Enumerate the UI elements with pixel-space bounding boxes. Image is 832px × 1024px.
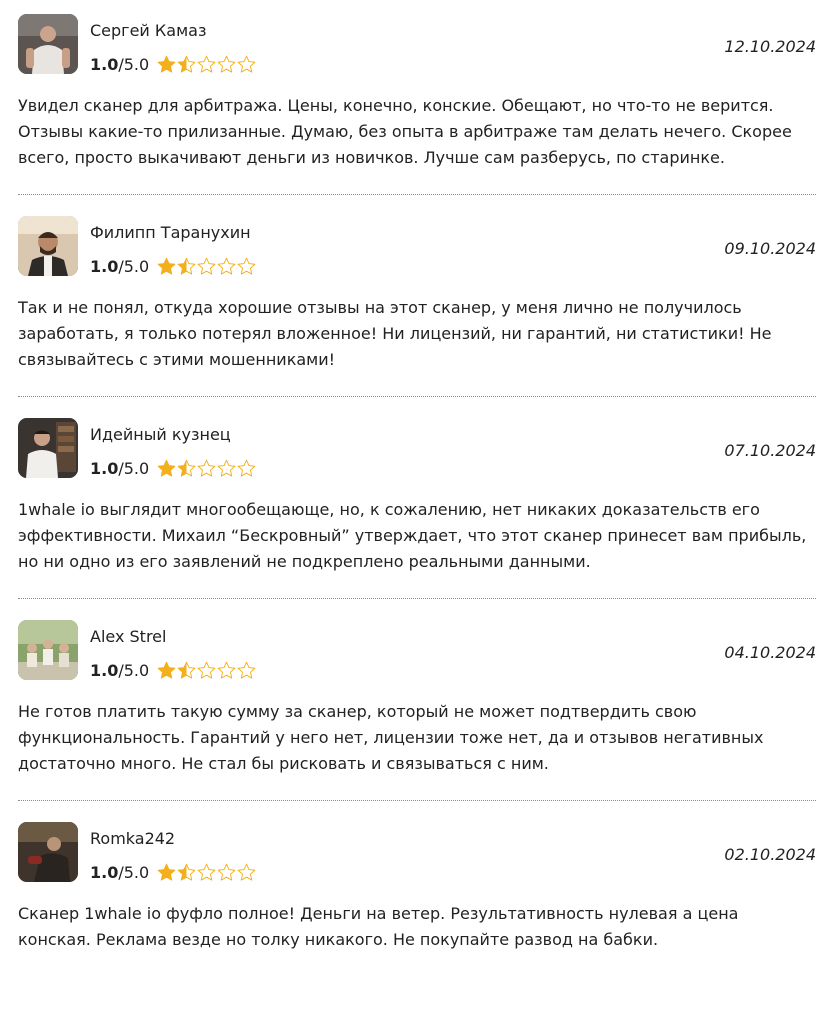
rating: 1.0 /5.0 <box>90 860 256 884</box>
star-rating <box>157 661 256 680</box>
star-icon <box>237 661 256 680</box>
rating-max: /5.0 <box>118 256 150 276</box>
star-icon <box>157 459 176 478</box>
star-icon <box>197 55 216 74</box>
divider <box>18 800 816 801</box>
rating-value: 1.0 <box>90 458 119 478</box>
star-rating <box>157 257 256 276</box>
star-icon <box>217 55 236 74</box>
star-icon <box>237 257 256 276</box>
rating-value: 1.0 <box>90 256 119 276</box>
star-icon <box>197 257 216 276</box>
rating-value: 1.0 <box>90 862 119 882</box>
rating-max: /5.0 <box>118 660 150 680</box>
review-date: 07.10.2024 <box>724 441 816 460</box>
rating-value: 1.0 <box>90 54 119 74</box>
review-author: Alex Strel <box>90 627 167 646</box>
review-text: Увидел сканер для арбитража. Цены, конеч… <box>18 96 792 167</box>
star-icon <box>177 257 196 276</box>
star-icon <box>197 863 216 882</box>
divider <box>18 194 816 195</box>
star-icon <box>157 55 176 74</box>
rating: 1.0 /5.0 <box>90 658 256 682</box>
review-text: Не готов платить такую сумму за сканер, … <box>18 702 764 773</box>
star-icon <box>177 661 196 680</box>
star-icon <box>217 863 236 882</box>
star-icon <box>217 459 236 478</box>
avatar[interactable] <box>18 216 78 276</box>
star-icon <box>197 459 216 478</box>
star-rating <box>157 55 256 74</box>
avatar[interactable] <box>18 620 78 680</box>
rating-max: /5.0 <box>118 862 150 882</box>
avatar[interactable] <box>18 14 78 74</box>
star-rating <box>157 459 256 478</box>
review-author: Филипп Таранухин <box>90 223 251 242</box>
star-icon <box>177 863 196 882</box>
review-card: Alex Strel 1.0 /5.0 04.10.2024 Не готов … <box>18 620 816 822</box>
review-card: Филипп Таранухин 1.0 /5.0 09.10.2024 Так… <box>18 216 816 418</box>
star-icon <box>217 661 236 680</box>
star-icon <box>237 863 256 882</box>
rating-max: /5.0 <box>118 458 150 478</box>
divider <box>18 598 816 599</box>
review-author: Идейный кузнец <box>90 425 231 444</box>
review-author: Сергей Камаз <box>90 21 207 40</box>
star-icon <box>177 55 196 74</box>
star-rating <box>157 863 256 882</box>
rating-value: 1.0 <box>90 660 119 680</box>
star-icon <box>157 863 176 882</box>
review-date: 04.10.2024 <box>724 643 816 662</box>
star-icon <box>157 257 176 276</box>
review-card: Идейный кузнец 1.0 /5.0 07.10.2024 1whal… <box>18 418 816 620</box>
rating-max: /5.0 <box>118 54 150 74</box>
avatar[interactable] <box>18 418 78 478</box>
star-icon <box>177 459 196 478</box>
star-icon <box>217 257 236 276</box>
review-date: 02.10.2024 <box>724 845 816 864</box>
rating: 1.0 /5.0 <box>90 456 256 480</box>
review-date: 09.10.2024 <box>724 239 816 258</box>
review-date: 12.10.2024 <box>724 37 816 56</box>
review-text: Так и не понял, откуда хорошие отзывы на… <box>18 298 772 369</box>
rating: 1.0 /5.0 <box>90 254 256 278</box>
divider <box>18 396 816 397</box>
review-card: Сергей Камаз 1.0 /5.0 12.10.2024 Увидел … <box>18 14 816 216</box>
review-card: Romka242 1.0 /5.0 02.10.2024 Сканер 1wha… <box>18 822 816 1024</box>
star-icon <box>237 459 256 478</box>
star-icon <box>197 661 216 680</box>
review-author: Romka242 <box>90 829 176 848</box>
review-text: 1whale io выглядит многообещающе, но, к … <box>18 500 807 571</box>
avatar[interactable] <box>18 822 78 882</box>
star-icon <box>157 661 176 680</box>
rating: 1.0 /5.0 <box>90 52 256 76</box>
star-icon <box>237 55 256 74</box>
review-text: Сканер 1whale io фуфло полное! Деньги на… <box>18 904 739 949</box>
